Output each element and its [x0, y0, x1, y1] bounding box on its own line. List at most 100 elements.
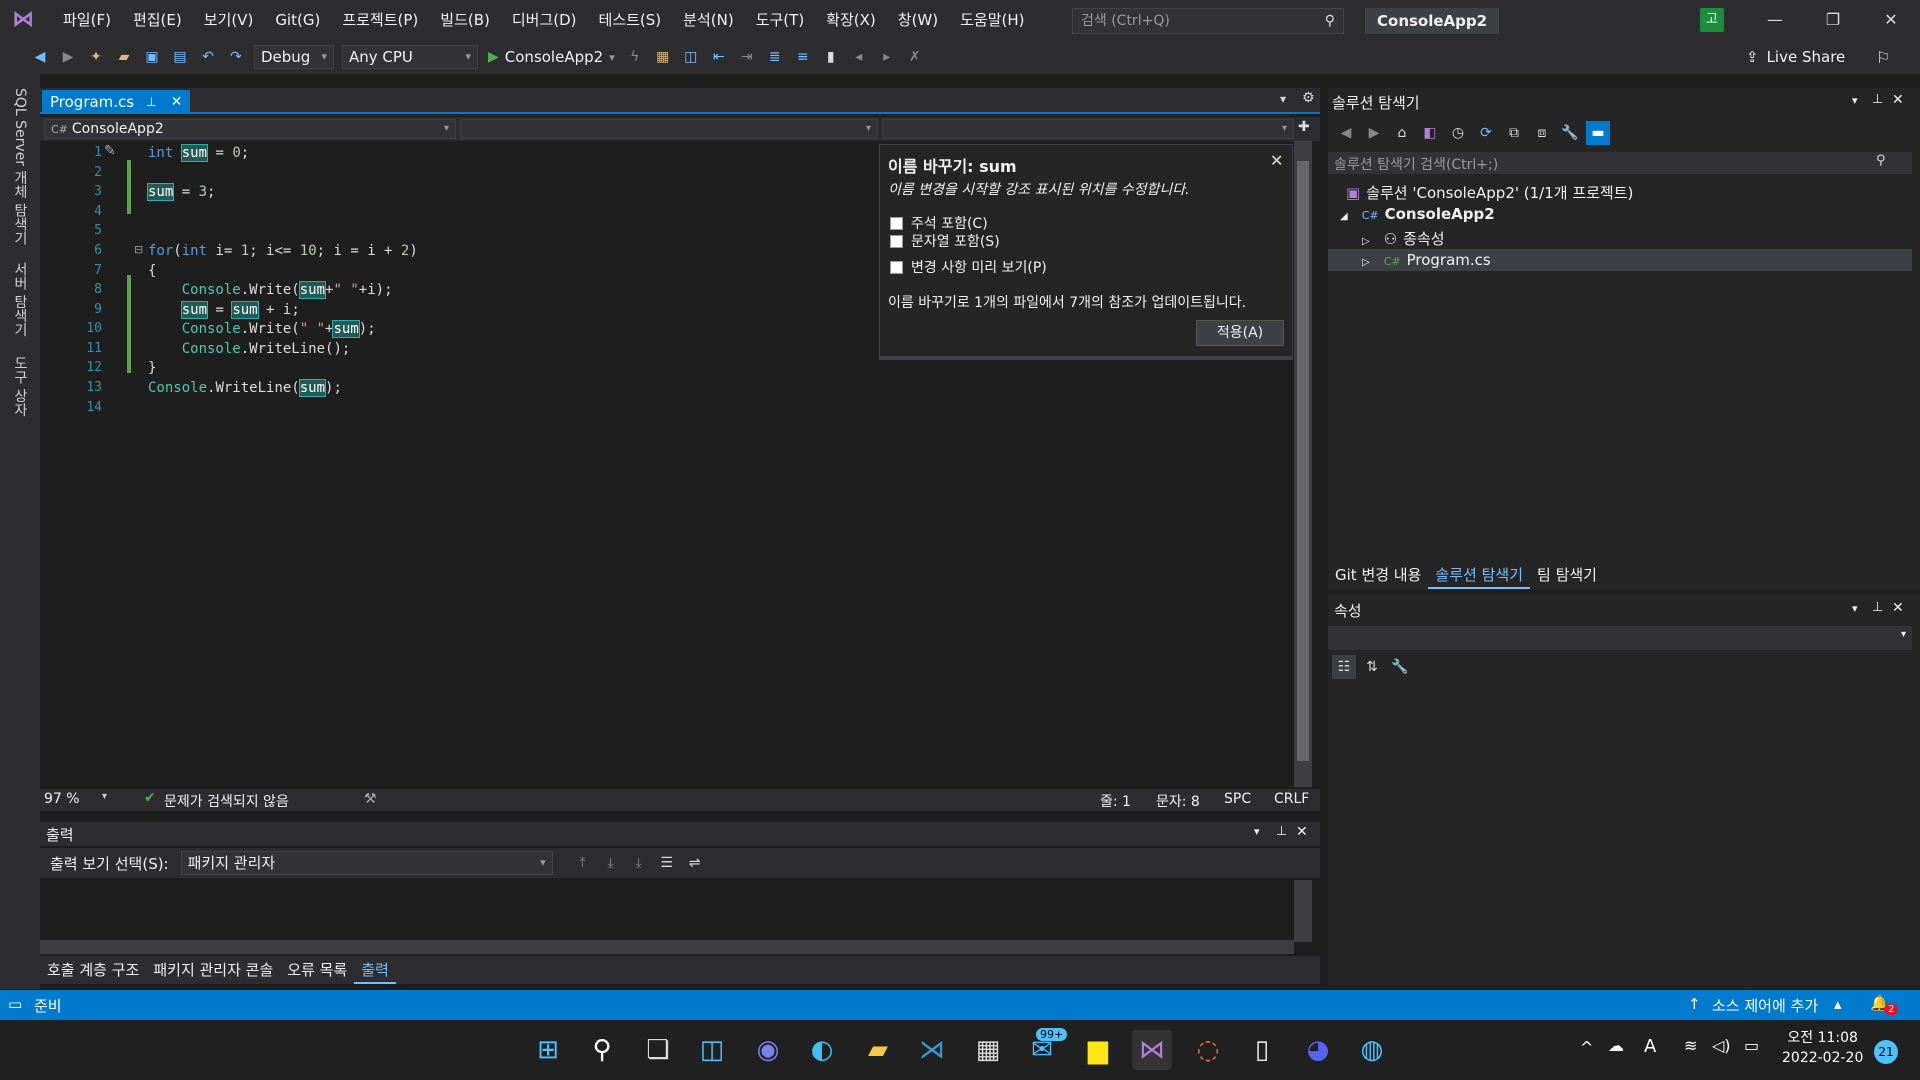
include-comments-checkbox[interactable]: 주석 포함(C)	[890, 213, 988, 233]
menu-build[interactable]: 빌드(B)	[429, 0, 501, 40]
menu-view[interactable]: 보기(V)	[193, 0, 265, 40]
save-icon[interactable]: ▣	[140, 45, 164, 69]
home-icon[interactable]: ⌂	[1390, 121, 1414, 145]
edge-icon[interactable]: ◐	[802, 1030, 842, 1070]
wifi-icon[interactable]: ≋	[1684, 1036, 1697, 1055]
tab-call-hierarchy[interactable]: 호출 계층 구조	[40, 956, 146, 984]
tab-git-changes[interactable]: Git 변경 내용	[1328, 561, 1428, 589]
tree-dependencies[interactable]: ▷ ⚇ 종속성	[1362, 228, 1445, 249]
find-message-icon[interactable]: ⤒	[571, 851, 595, 875]
battery-icon[interactable]: ▭	[1744, 1036, 1759, 1055]
tree-project[interactable]: ◢ C# ConsoleApp2	[1340, 205, 1495, 223]
menu-edit[interactable]: 편집(E)	[122, 0, 193, 40]
chevron-up-icon[interactable]: ^	[1580, 1038, 1593, 1057]
code-line[interactable]: for(int i= 1; i<= 10; i = i + 2)	[148, 243, 418, 259]
output-hscrollbar[interactable]	[40, 940, 1294, 954]
comment-icon[interactable]: ≣	[763, 45, 787, 69]
tab-output[interactable]: 출력	[354, 956, 396, 984]
line-indicator[interactable]: 줄: 1	[1100, 791, 1131, 811]
switch-views-icon[interactable]: ◧	[1418, 121, 1442, 145]
discord-icon[interactable]: ◕	[1298, 1030, 1338, 1070]
minimize-button[interactable]: —	[1746, 0, 1804, 40]
jupyter-icon[interactable]: ◌	[1188, 1030, 1228, 1070]
code-line[interactable]: Console.WriteLine(sum);	[148, 379, 342, 397]
checkbox[interactable]	[890, 216, 903, 230]
preview-selected-icon[interactable]: ▬	[1586, 121, 1610, 145]
collapse-region-icon[interactable]: ⊟	[134, 243, 143, 256]
collapsed-arrow-icon[interactable]: ▷	[1362, 257, 1370, 268]
menu-test[interactable]: 테스트(S)	[588, 0, 673, 40]
close-icon[interactable]: ✕	[171, 90, 183, 114]
back-icon[interactable]: ◀	[28, 45, 52, 69]
code-line[interactable]: sum = 3;	[146, 183, 215, 201]
feedback-icon[interactable]: ⚐	[1876, 48, 1890, 67]
issues-status[interactable]: 문제가 검색되지 않음	[164, 791, 289, 811]
checkbox[interactable]	[890, 260, 903, 274]
editor-scrollbar[interactable]	[1294, 141, 1312, 787]
clear-all-icon[interactable]: ☰	[655, 851, 679, 875]
tab-error-list[interactable]: 오류 목록	[280, 956, 354, 984]
restore-button[interactable]: ❐	[1804, 0, 1862, 40]
project-dropdown[interactable]: C# ConsoleApp2	[44, 119, 456, 139]
new-project-icon[interactable]: ✦	[84, 45, 108, 69]
toolbox-tab[interactable]: 도구 상자	[10, 356, 30, 416]
close-icon[interactable]: ✕	[1892, 600, 1904, 616]
sql-server-explorer-tab[interactable]: SQL Server 개체 탐색기	[10, 88, 30, 245]
cleanup-icon[interactable]: ⚒	[364, 791, 377, 807]
menu-tools[interactable]: 도구(T)	[745, 0, 815, 40]
chat-icon[interactable]: ◉	[748, 1030, 788, 1070]
code-line[interactable]: int sum = 0;	[148, 144, 249, 162]
configuration-dropdown[interactable]: Debug	[254, 45, 334, 69]
menu-window[interactable]: 창(W)	[887, 0, 949, 40]
apply-button[interactable]: 적용(A)	[1196, 320, 1284, 346]
code-line[interactable]: Console.Write(sum+" "+i);	[148, 281, 393, 299]
collapse-all-icon[interactable]: ⧉	[1502, 121, 1526, 145]
char-indicator[interactable]: 문자: 8	[1156, 791, 1200, 811]
back-icon[interactable]: ◀	[1334, 121, 1358, 145]
volume-icon[interactable]: ◁)	[1712, 1036, 1731, 1055]
bookmark-icon[interactable]: ▮	[819, 45, 843, 69]
windows-start-icon[interactable]: ⊞	[528, 1030, 568, 1070]
close-icon[interactable]: ✕	[1270, 151, 1283, 170]
notepad-icon[interactable]: ▯	[1242, 1030, 1282, 1070]
notification-center-badge[interactable]: 21	[1874, 1040, 1898, 1064]
menu-git[interactable]: Git(G)	[264, 0, 331, 40]
chevron-down-icon[interactable]: ▾	[1852, 94, 1858, 107]
forward-icon[interactable]: ▶	[1362, 121, 1386, 145]
search-icon[interactable]: ⚲	[582, 1030, 622, 1070]
collapsed-arrow-icon[interactable]: ▷	[1362, 236, 1370, 247]
redo-icon[interactable]: ↷	[224, 45, 248, 69]
forward-icon[interactable]: ▶	[56, 45, 80, 69]
tab-solution-explorer[interactable]: 솔루션 탐색기	[1428, 561, 1530, 589]
menu-help[interactable]: 도움말(H)	[949, 0, 1035, 40]
member-dropdown[interactable]	[882, 119, 1294, 139]
uncomment-icon[interactable]: ≡	[791, 45, 815, 69]
tab-list-chevron-icon[interactable]: ▾	[1280, 92, 1286, 106]
step-icon[interactable]: ⇤	[707, 45, 731, 69]
browse-icon[interactable]: ▦	[651, 45, 675, 69]
chevron-down-icon[interactable]: ▾	[1254, 825, 1260, 838]
chevron-down-icon[interactable]: ▾	[102, 791, 107, 802]
ime-indicator[interactable]: A	[1644, 1036, 1656, 1057]
tab-team-explorer[interactable]: 팀 탐색기	[1530, 561, 1604, 589]
menu-extensions[interactable]: 확장(X)	[815, 0, 887, 40]
close-icon[interactable]: ✕	[1296, 824, 1308, 840]
properties-object-dropdown[interactable]: ▾	[1328, 626, 1912, 650]
code-line[interactable]: Console.WriteLine();	[148, 341, 351, 357]
chevron-down-icon[interactable]: ▾	[1852, 602, 1858, 615]
scrollbar-thumb[interactable]	[1297, 161, 1309, 761]
alphabetical-icon[interactable]: ⇅	[1360, 655, 1384, 679]
solution-search-input[interactable]: 솔루션 탐색기 검색(Ctrl+;) ⚲	[1328, 152, 1912, 174]
task-view-icon[interactable]: ❏	[638, 1030, 678, 1070]
kakaotalk-icon[interactable]: ▆	[1078, 1030, 1118, 1070]
onedrive-icon[interactable]: ☁	[1608, 1036, 1624, 1055]
menu-project[interactable]: 프로젝트(P)	[331, 0, 429, 40]
code-line[interactable]: sum = sum + i;	[148, 301, 300, 319]
expanded-arrow-icon[interactable]: ◢	[1340, 211, 1348, 222]
split-view-icon[interactable]: ✚	[1298, 119, 1310, 135]
preview-changes-checkbox[interactable]: 변경 사항 미리 보기(P)	[890, 257, 1047, 277]
close-window-button[interactable]: ✕	[1862, 0, 1920, 40]
save-all-icon[interactable]: ▤	[168, 45, 192, 69]
menu-debug[interactable]: 디버그(D)	[501, 0, 588, 40]
system-clock[interactable]: 오전 11:08 2022-02-20	[1782, 1028, 1863, 1068]
